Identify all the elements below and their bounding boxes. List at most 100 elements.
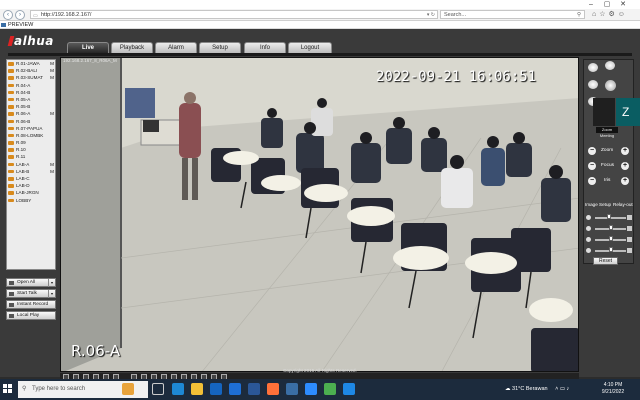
store-icon[interactable] bbox=[210, 383, 222, 395]
slider-knob[interactable] bbox=[608, 225, 613, 230]
main-stream-indicator[interactable]: M bbox=[50, 60, 54, 67]
start-talk-button[interactable]: Start Talk ▾ bbox=[6, 289, 56, 298]
ptz-center-icon[interactable] bbox=[605, 80, 616, 91]
close-icon[interactable]: ✕ bbox=[616, 0, 630, 9]
meeting-avatar[interactable]: Z bbox=[616, 98, 640, 126]
channel-item[interactable]: R.07-PAPUA bbox=[7, 125, 55, 132]
hue-slider[interactable] bbox=[586, 247, 632, 254]
chevron-down-icon[interactable]: ▾ bbox=[48, 279, 55, 287]
main-stream-indicator[interactable]: M bbox=[50, 110, 54, 117]
chevron-down-icon[interactable]: ▾ bbox=[48, 290, 55, 298]
image-setup-tab[interactable]: Image Setup bbox=[585, 202, 611, 207]
tray-icons[interactable]: ˄ ▭ ♪ bbox=[555, 386, 569, 392]
instant-record-button[interactable]: Instant Record bbox=[6, 300, 56, 309]
logo-text: alhua bbox=[14, 34, 54, 48]
focus-far-button[interactable]: + bbox=[621, 162, 629, 170]
reset-button[interactable]: Reset bbox=[593, 257, 618, 265]
contrast-slider[interactable] bbox=[586, 225, 632, 232]
tab-setup[interactable]: Setup bbox=[199, 42, 241, 53]
ptz-up-left-icon[interactable] bbox=[588, 63, 598, 72]
brightness-slider[interactable] bbox=[586, 214, 632, 221]
relay-out-tab[interactable]: Relay-out bbox=[613, 202, 633, 207]
channel-item[interactable]: LAB-A M bbox=[7, 161, 55, 168]
channel-item[interactable]: R.05-B bbox=[7, 103, 55, 110]
news-widget-icon[interactable] bbox=[122, 383, 134, 395]
task-view-icon[interactable] bbox=[152, 383, 164, 395]
edge-icon[interactable] bbox=[172, 383, 184, 395]
slider-knob[interactable] bbox=[608, 247, 613, 252]
ie-icon[interactable] bbox=[286, 383, 298, 395]
channel-item[interactable]: R.02-BALI M bbox=[7, 67, 55, 74]
channel-item[interactable]: R.04-B bbox=[7, 89, 55, 96]
slider-knob[interactable] bbox=[608, 236, 613, 241]
channel-label: R.02-BALI bbox=[16, 68, 38, 74]
slider-step-button[interactable] bbox=[627, 237, 632, 242]
app-icon[interactable] bbox=[343, 383, 355, 395]
ptz-left-icon[interactable] bbox=[588, 80, 598, 89]
focus-near-button[interactable]: − bbox=[588, 162, 596, 170]
word-icon[interactable] bbox=[248, 383, 260, 395]
tab-info[interactable]: Info bbox=[244, 42, 286, 53]
local-play-button[interactable]: Local Play bbox=[6, 311, 56, 320]
channel-item[interactable]: R.04-A bbox=[7, 82, 55, 89]
main-stream-indicator[interactable]: M bbox=[50, 67, 54, 74]
tab-preview[interactable]: PREVIEW bbox=[0, 21, 60, 29]
channel-item[interactable]: R.11 bbox=[7, 153, 55, 160]
tab-alarm[interactable]: Alarm bbox=[155, 42, 197, 53]
minimize-icon[interactable]: – bbox=[584, 0, 598, 9]
weather-text[interactable]: 31°C Berawan bbox=[512, 386, 548, 392]
refresh-icon[interactable]: ▾ ↻ bbox=[427, 11, 435, 19]
slider-step-button[interactable] bbox=[627, 226, 632, 231]
meeting-video-tile[interactable] bbox=[593, 98, 615, 126]
contrast-icon bbox=[586, 226, 591, 231]
star-icon[interactable]: ☆ bbox=[599, 11, 608, 18]
slider-step-button[interactable] bbox=[627, 248, 632, 253]
gear-icon[interactable]: ⚙ bbox=[609, 11, 618, 18]
channel-item[interactable]: R.05-A bbox=[7, 96, 55, 103]
slider-step-button[interactable] bbox=[627, 215, 632, 220]
iris-open-button[interactable]: + bbox=[621, 177, 629, 185]
zoom-in-button[interactable]: + bbox=[621, 147, 629, 155]
url-input[interactable]: ▭ http://192.168.2.167/ ▾ ↻ bbox=[30, 10, 438, 19]
channel-item[interactable]: R.01-JAWA M bbox=[7, 60, 55, 67]
main-stream-indicator[interactable]: M bbox=[50, 74, 54, 81]
main-stream-indicator[interactable]: M bbox=[50, 168, 54, 175]
mail-icon[interactable] bbox=[229, 383, 241, 395]
browser-search-input[interactable]: Search... ⚲ bbox=[440, 10, 585, 19]
saturation-slider[interactable] bbox=[586, 236, 632, 243]
channel-item[interactable]: LAB-B M bbox=[7, 168, 55, 175]
channel-item[interactable]: R.06-A M bbox=[7, 110, 55, 117]
camera-icon bbox=[8, 105, 14, 109]
weather-icon[interactable]: ☁ bbox=[505, 386, 511, 392]
file-explorer-icon[interactable] bbox=[191, 383, 203, 395]
tab-playback[interactable]: Playback bbox=[111, 42, 153, 53]
channel-item[interactable]: LAB-JRGN bbox=[7, 189, 55, 196]
channel-item[interactable]: R.09 bbox=[7, 139, 55, 146]
ptz-up-icon[interactable] bbox=[605, 61, 615, 70]
slider-knob[interactable] bbox=[607, 214, 612, 219]
tab-bar: PREVIEW bbox=[0, 21, 640, 29]
live-video-feed[interactable]: 192.168.2.167_8_R06A_M 2022-09-21 16:06:… bbox=[60, 57, 579, 372]
chrome-icon[interactable] bbox=[324, 383, 336, 395]
channel-item[interactable]: LAB-C bbox=[7, 175, 55, 182]
zoom-out-button[interactable]: − bbox=[588, 147, 596, 155]
maximize-icon[interactable]: ▢ bbox=[600, 0, 614, 9]
tab-live[interactable]: Live bbox=[67, 42, 109, 53]
clock[interactable]: 4:10 PM 9/21/2022 bbox=[598, 382, 628, 396]
channel-item[interactable]: R.08-LOMBK bbox=[7, 132, 55, 139]
iris-close-button[interactable]: − bbox=[588, 177, 596, 185]
windows-start-icon[interactable] bbox=[3, 384, 13, 394]
smiley-icon[interactable]: ☺ bbox=[618, 11, 628, 18]
zoom-icon[interactable] bbox=[305, 383, 317, 395]
channel-item[interactable]: LAB-D bbox=[7, 182, 55, 189]
open-all-button[interactable]: Open All ▾ bbox=[6, 278, 56, 287]
channel-item[interactable]: R.03-SUMAT M bbox=[7, 74, 55, 81]
firefox-icon[interactable] bbox=[267, 383, 279, 395]
main-stream-indicator[interactable]: M bbox=[50, 161, 54, 168]
channel-item[interactable]: R.10 bbox=[7, 146, 55, 153]
channel-item[interactable]: LOBBY bbox=[7, 197, 55, 204]
back-icon[interactable]: ‹ bbox=[3, 10, 13, 20]
tab-logout[interactable]: Logout bbox=[288, 42, 332, 53]
forward-icon[interactable]: › bbox=[15, 10, 25, 20]
channel-item[interactable]: R.06-B bbox=[7, 118, 55, 125]
